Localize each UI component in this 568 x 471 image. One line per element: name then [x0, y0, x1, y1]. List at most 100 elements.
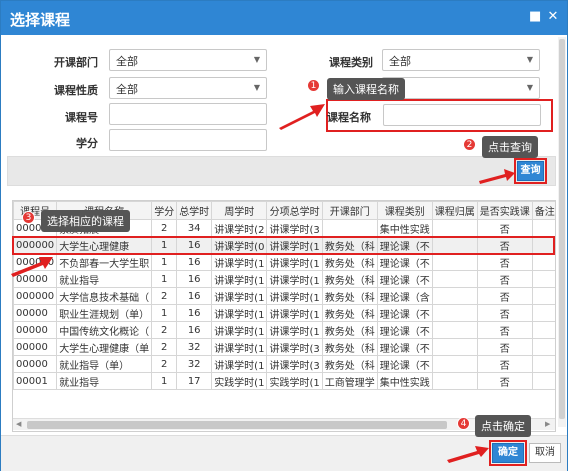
- col-header[interactable]: 分项总学时: [266, 201, 323, 220]
- table-cell: [531, 304, 555, 322]
- close-icon[interactable]: ✕: [547, 10, 559, 23]
- table-cell: 17: [176, 372, 213, 390]
- table-row[interactable]: 00001 就业指导 1 17 实践学时(1 实践学时(1 工商管理学 集中性实践否: [13, 372, 555, 390]
- table-cell: 教务处（科: [321, 253, 378, 271]
- col-header[interactable]: 课程归属: [431, 201, 478, 220]
- step-1-badge: 1: [307, 79, 320, 92]
- credit-label: 学分: [76, 137, 98, 150]
- table-cell: 否: [476, 321, 533, 339]
- course-name-input[interactable]: [383, 104, 541, 126]
- table-cell: 理论课（含: [376, 287, 433, 305]
- table-cell: 讲课学时(3: [266, 338, 323, 356]
- nature-select[interactable]: 全部 ▼: [109, 77, 267, 99]
- table-cell: 16: [176, 253, 213, 271]
- table-cell: 否: [476, 253, 533, 271]
- category-select[interactable]: 全部 ▼: [382, 49, 540, 71]
- table-cell: 讲课学时(3: [266, 355, 323, 373]
- table-cell: 讲课学时(1: [211, 253, 268, 271]
- table-row[interactable]: 000000 大学信息技术基础（ 2 16 讲课学时(1 讲课学时(1 教务处（科 理论课（含…: [13, 287, 555, 305]
- table-cell: 教务处（科: [321, 338, 378, 356]
- table-cell: [531, 321, 555, 339]
- ok-button[interactable]: 确定: [492, 443, 524, 463]
- table-cell: [531, 355, 555, 373]
- table-cell: 讲课学时(1: [211, 304, 268, 322]
- col-header[interactable]: 备注: [531, 201, 555, 220]
- course-table: 课程号 课程名称 学分 总学时 周学时 分项总学时 开课部门 课程类别 课程归属…: [12, 200, 556, 432]
- vertical-scrollbar[interactable]: [558, 37, 566, 427]
- table-cell: 2: [151, 287, 178, 305]
- table-cell: 否: [476, 270, 533, 288]
- nature-select-value: 全部: [116, 83, 138, 96]
- col-header[interactable]: 课程类别: [376, 201, 433, 220]
- table-cell: [431, 355, 478, 373]
- query-button[interactable]: 查询: [517, 161, 544, 181]
- table-cell: [431, 253, 478, 271]
- table-cell: 中国传统文化概论（: [56, 321, 153, 339]
- table-cell: 讲课学时(1: [211, 287, 268, 305]
- col-header[interactable]: 开课部门: [321, 201, 378, 220]
- table-cell: [431, 321, 478, 339]
- table-cell: 2: [151, 338, 178, 356]
- table-cell: 34: [176, 219, 213, 237]
- table-cell: 讲课学时(1: [211, 321, 268, 339]
- horizontal-scrollbar[interactable]: ◀ ▶: [13, 418, 555, 430]
- table-row[interactable]: 00000 职业生涯规划（单） 1 16 讲课学时(1 讲课学时(1 教务处（科 理论课（不否: [13, 304, 555, 322]
- nature-label: 课程性质: [54, 84, 98, 97]
- arrow-icon: [279, 104, 325, 130]
- scroll-left-icon[interactable]: ◀: [16, 420, 21, 428]
- square-icon[interactable]: ■: [529, 10, 541, 23]
- table-cell: 实践学时(1: [211, 372, 268, 390]
- table-cell: 16: [176, 321, 213, 339]
- table-cell: 不负部春一大学生职: [56, 253, 153, 271]
- step-2-callout: 点击查询: [482, 136, 538, 158]
- scroll-right-icon[interactable]: ▶: [545, 420, 550, 428]
- table-cell: 2: [151, 219, 178, 237]
- table-row[interactable]: 00000 中国传统文化概论（ 2 16 讲课学时(1 讲课学时(1 教务处（科 理论课（不否: [13, 321, 555, 339]
- col-header[interactable]: 是否实践课: [476, 201, 533, 220]
- col-header[interactable]: 总学时: [176, 201, 213, 220]
- col-header[interactable]: 周学时: [211, 201, 268, 220]
- table-cell: 00000: [13, 304, 58, 322]
- chevron-down-icon: ▼: [526, 55, 533, 64]
- table-cell: 16: [176, 270, 213, 288]
- table-cell: 理论课（不: [376, 321, 433, 339]
- table-cell: 就业指导: [56, 270, 153, 288]
- chevron-down-icon: ▼: [253, 55, 260, 64]
- table-cell: 讲课学时(1: [211, 355, 268, 373]
- table-cell: [321, 219, 378, 237]
- course-name-dropdown[interactable]: ▼: [382, 77, 540, 99]
- table-row[interactable]: 00000 就业指导（单） 2 32 讲课学时(1 讲课学时(3 教务处（科 理论课（不 否: [13, 355, 555, 373]
- table-cell: [431, 219, 478, 237]
- step-3-badge: 3: [22, 211, 35, 224]
- table-cell: 大学信息技术基础（: [56, 287, 153, 305]
- table-cell: 实践学时(1: [266, 372, 323, 390]
- table-cell: 1: [151, 372, 178, 390]
- table-cell: [531, 270, 555, 288]
- table-cell: 00000: [13, 355, 58, 373]
- table-cell: [531, 372, 555, 390]
- table-cell: 16: [176, 287, 213, 305]
- cancel-button[interactable]: 取消: [529, 443, 561, 463]
- col-header[interactable]: 学分: [151, 201, 178, 220]
- table-cell: 讲课学时(1: [266, 253, 323, 271]
- table-row[interactable]: 00000 大学生心理健康（单 2 32 讲课学时(1 讲课学时(3 教务处（科 理论课（不 否: [13, 338, 555, 356]
- dialog-titlebar: 选择课程 ■ ✕: [1, 1, 567, 35]
- table-cell: 讲课学时(1: [211, 270, 268, 288]
- table-cell: 讲课学时(3: [266, 219, 323, 237]
- step-4-badge: 4: [457, 417, 470, 430]
- table-row[interactable]: 000000 不负部春一大学生职 1 16 讲课学时(1 讲课学时(1 教务处（科 理论课（不…: [13, 253, 555, 271]
- table-cell: 000000: [13, 287, 58, 305]
- scroll-thumb[interactable]: [559, 39, 565, 419]
- table-cell: 教务处（科: [321, 270, 378, 288]
- scroll-thumb[interactable]: [27, 421, 447, 429]
- table-cell: [431, 270, 478, 288]
- table-cell: [431, 372, 478, 390]
- course-code-input[interactable]: [109, 103, 267, 125]
- credit-input[interactable]: [109, 129, 267, 151]
- table-row[interactable]: 00000 就业指导 1 16 讲课学时(1 讲课学时(1 教务处（科 理论课（不否: [13, 270, 555, 288]
- table-cell: 教务处（科: [321, 321, 378, 339]
- table-cell: 讲课学时(1: [211, 338, 268, 356]
- table-cell: 教务处（科: [321, 304, 378, 322]
- table-cell: 16: [176, 304, 213, 322]
- dept-select[interactable]: 全部 ▼: [109, 49, 267, 71]
